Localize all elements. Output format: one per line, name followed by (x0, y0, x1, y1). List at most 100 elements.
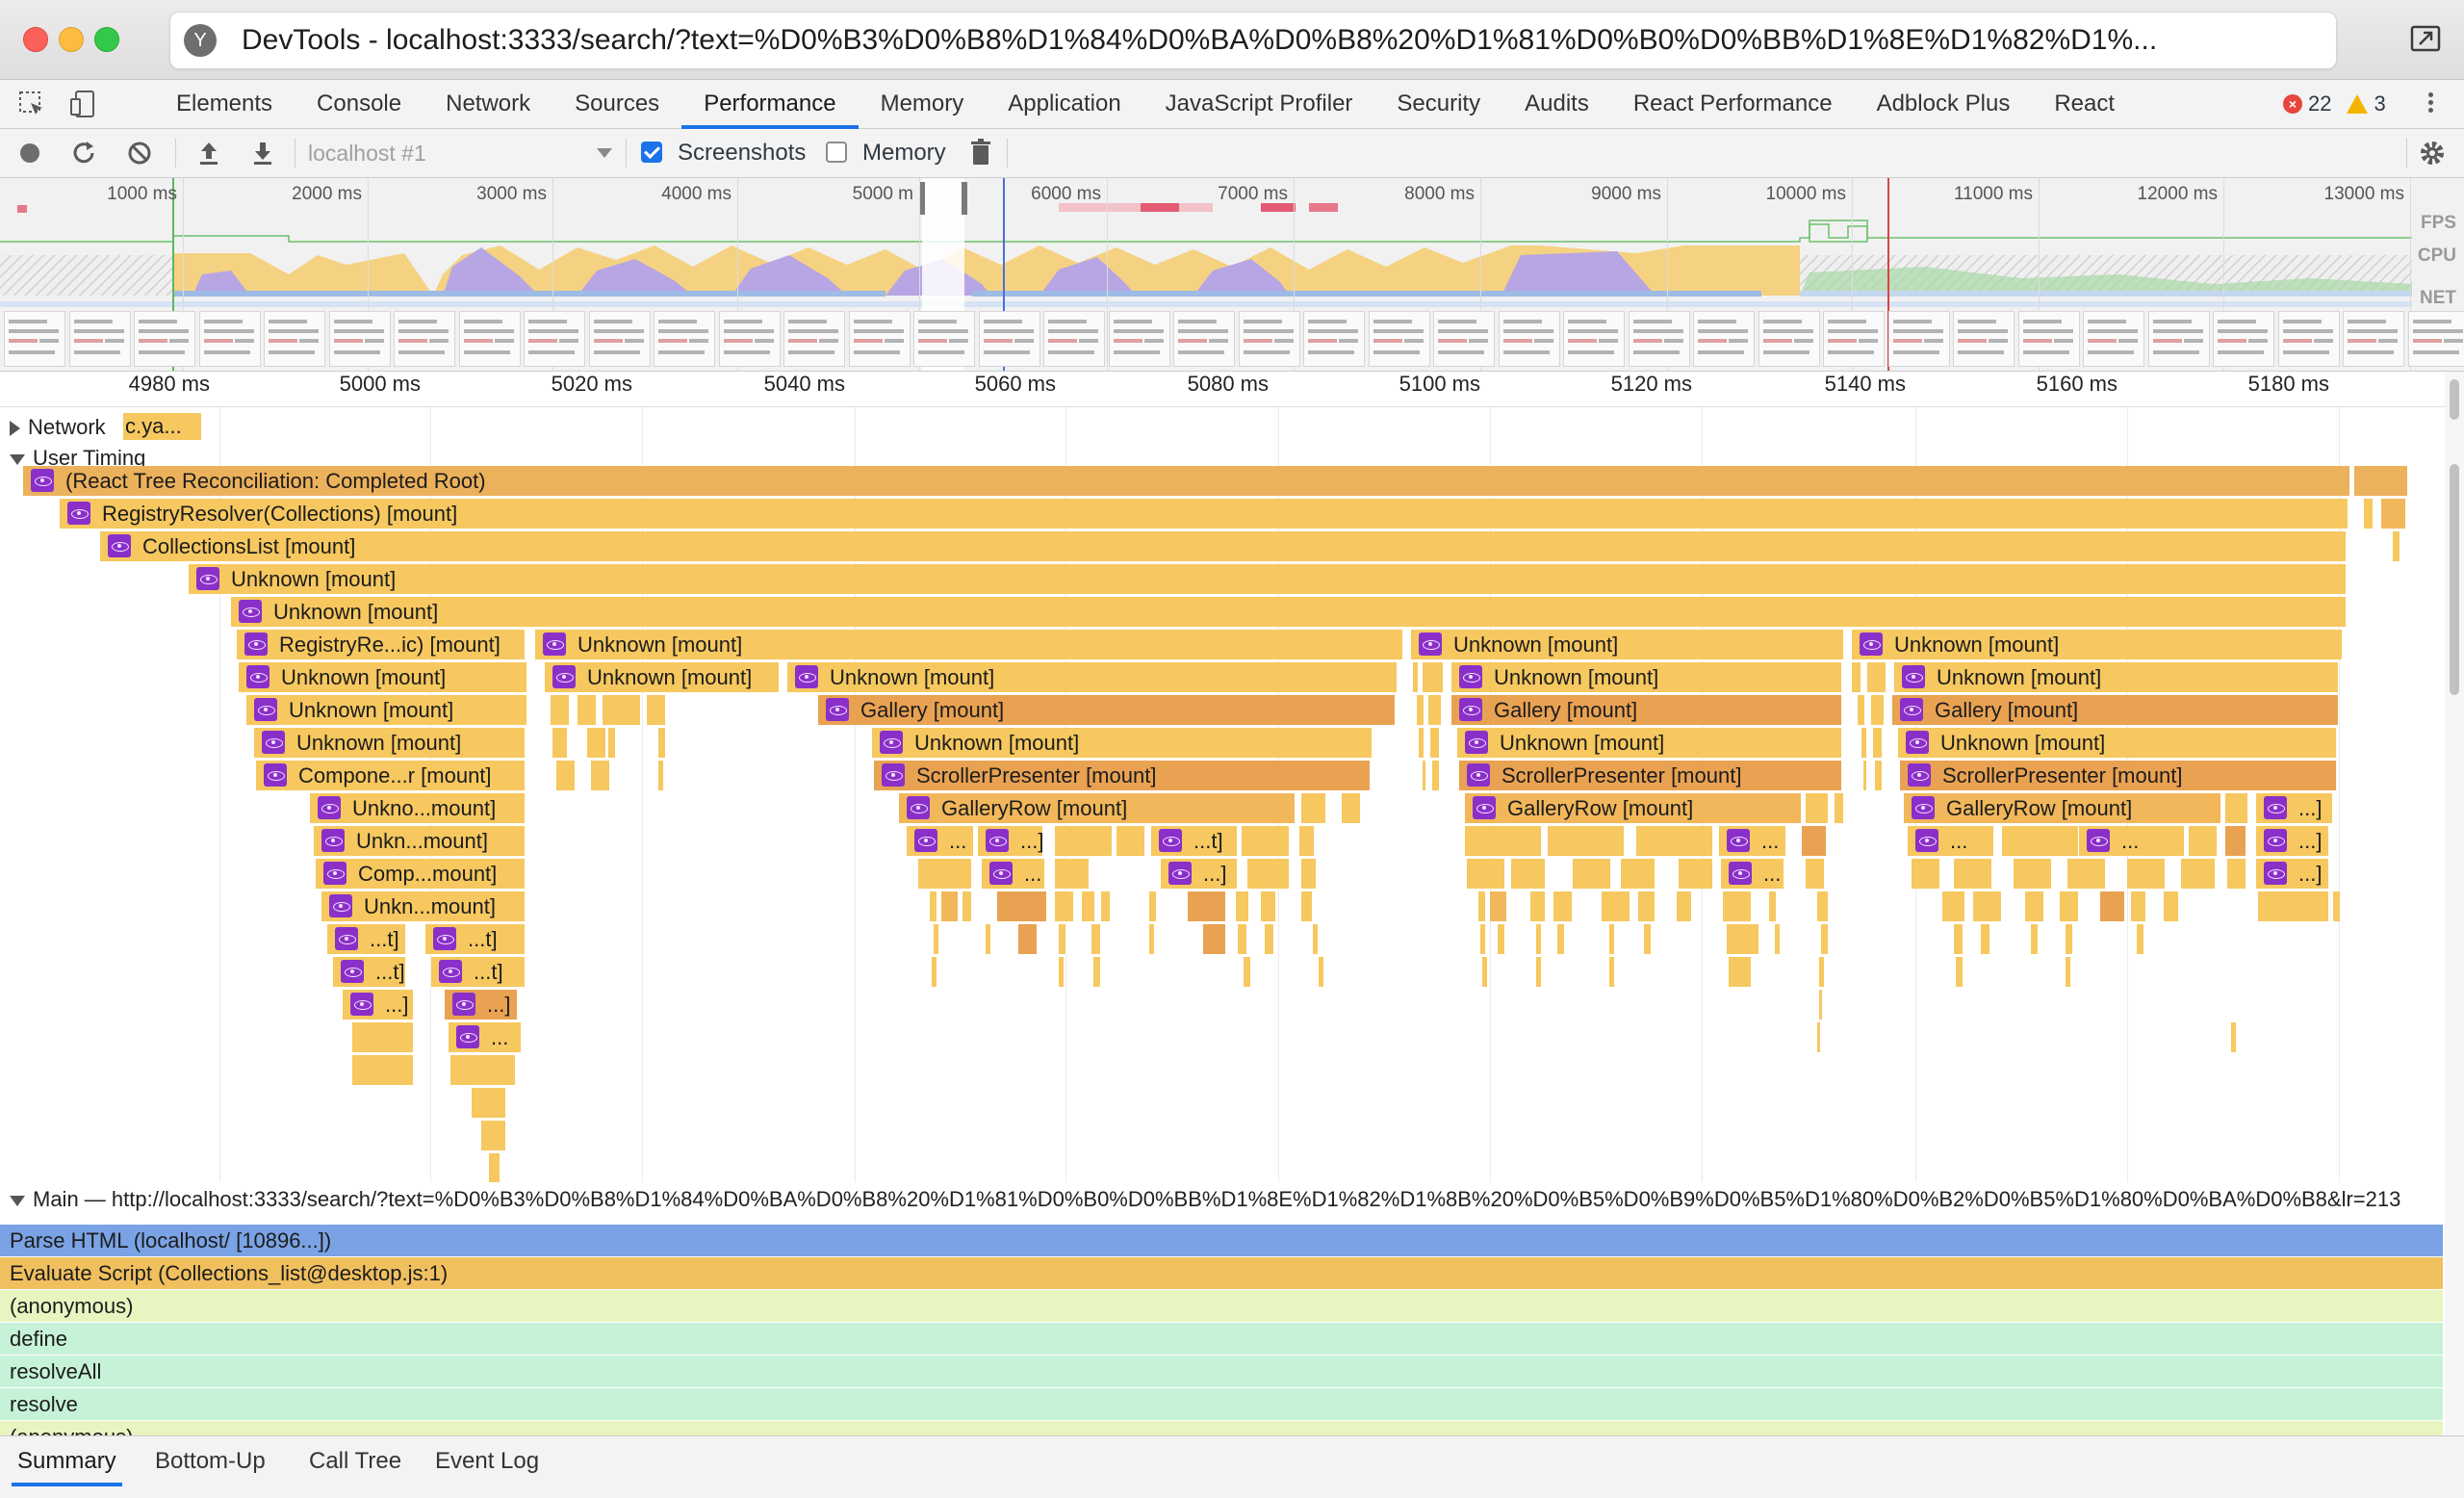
flame-bar[interactable] (1149, 891, 1157, 921)
screenshot-thumbnail[interactable] (913, 311, 975, 367)
flame-bar-unknown[interactable]: Unknown [mount] (872, 728, 1373, 758)
flame-bar[interactable] (934, 924, 939, 954)
network-request-bar[interactable]: c.ya... (123, 413, 202, 440)
zoom-window-button[interactable] (94, 27, 119, 52)
flame-bar[interactable] (2014, 859, 2052, 889)
flame-bar[interactable] (962, 891, 972, 921)
screenshot-thumbnail[interactable] (2148, 311, 2210, 367)
flame-bar[interactable] (2066, 924, 2073, 954)
flame-bar[interactable] (1511, 859, 1546, 889)
flame-bar-ellipsis[interactable]: ... (2079, 826, 2185, 856)
flame-bar[interactable] (1342, 793, 1361, 823)
flame-bar[interactable] (578, 695, 597, 725)
flame-bar[interactable] (2060, 891, 2079, 921)
flame-bar[interactable] (1973, 891, 2002, 921)
flame-bar[interactable] (2100, 891, 2125, 921)
load-profile-icon[interactable] (192, 137, 225, 169)
flame-bar[interactable] (1981, 924, 1990, 954)
flame-bar[interactable] (1093, 957, 1101, 987)
flame-bar-unkn-short[interactable]: Unkn...mount] (321, 891, 526, 921)
flame-bar[interactable] (918, 859, 972, 889)
screenshot-thumbnail[interactable] (2343, 311, 2404, 367)
flame-bar[interactable] (1861, 728, 1867, 758)
flame-bar[interactable] (1059, 957, 1065, 987)
flame-bar-unknown[interactable]: Unknown [mount] (1457, 728, 1842, 758)
main-thread-event[interactable]: Parse HTML (localhost/ [10896...]) (0, 1225, 2443, 1256)
flame-bar[interactable] (986, 924, 991, 954)
flame-bar-unknown[interactable]: Unknown [mount] (231, 597, 2347, 627)
flame-bar-gallery[interactable]: Gallery [mount] (1892, 695, 2339, 725)
flame-bar-scroller[interactable]: ScrollerPresenter [mount] (1459, 761, 1842, 790)
inspect-element-icon[interactable] (15, 88, 48, 120)
flame-bar-unknown[interactable]: Unknown [mount] (246, 695, 527, 725)
flame-bar[interactable] (1423, 662, 1444, 692)
flame-bar[interactable] (1236, 891, 1249, 921)
flame-bar[interactable] (1871, 695, 1885, 725)
flame-bar[interactable] (1644, 924, 1652, 954)
flame-bar-bracket-short[interactable]: ...] (2256, 859, 2329, 889)
flame-bar[interactable] (1536, 957, 1542, 987)
dock-side-icon[interactable] (2410, 23, 2441, 54)
capture-settings-gear-icon[interactable] (2416, 137, 2449, 169)
flame-bar[interactable] (1301, 859, 1317, 889)
flame-bar[interactable] (1819, 990, 1823, 1020)
screenshot-thumbnail[interactable] (1888, 311, 1950, 367)
screenshot-thumbnail[interactable] (979, 311, 1040, 367)
flame-bar[interactable] (1602, 891, 1630, 921)
flame-bar[interactable] (1956, 957, 1964, 987)
screenshot-thumbnail[interactable] (1433, 311, 1495, 367)
flame-bar[interactable] (2137, 924, 2144, 954)
flame-bar[interactable] (1055, 891, 1074, 921)
flame-bar[interactable] (1817, 891, 1829, 921)
flame-bar[interactable] (1806, 859, 1825, 889)
flame-bar-registry-short[interactable]: RegistryRe...ic) [mount] (237, 630, 526, 659)
flame-bar[interactable] (2002, 826, 2079, 856)
flame-bar[interactable] (1821, 924, 1829, 954)
flame-bar[interactable] (1299, 826, 1315, 856)
flame-bar-t-short[interactable]: ...t] (1151, 826, 1238, 856)
flame-bar-ellipsis[interactable]: ... (1719, 826, 1786, 856)
screenshot-thumbnail[interactable] (1369, 311, 1430, 367)
flame-bar[interactable] (1428, 695, 1442, 725)
flame-bar[interactable] (2181, 859, 2216, 889)
screenshot-thumbnail[interactable] (2018, 311, 2080, 367)
profile-select[interactable]: localhost #1 (308, 137, 612, 169)
flame-bar[interactable] (1873, 728, 1883, 758)
flame-bar[interactable] (1018, 924, 1038, 954)
screenshot-thumbnail[interactable] (1953, 311, 2015, 367)
flame-bar[interactable] (1242, 826, 1290, 856)
flame-bar[interactable] (1203, 924, 1226, 954)
tab-event-log[interactable]: Event Log (435, 1436, 539, 1486)
screenshot-thumbnail[interactable] (1109, 311, 1170, 367)
flame-bar[interactable] (1055, 826, 1113, 856)
flame-bar[interactable] (1548, 826, 1625, 856)
flame-bar-t-short[interactable]: ...t] (425, 924, 526, 954)
flame-bar-ellipsis[interactable]: ... (1721, 859, 1784, 889)
flame-bar[interactable] (1059, 924, 1066, 954)
tab-bottom-up[interactable]: Bottom-Up (155, 1436, 266, 1486)
flame-bar[interactable] (1478, 891, 1486, 921)
flame-bar-gallery[interactable]: Gallery [mount] (1451, 695, 1842, 725)
flame-bar[interactable] (1852, 662, 1861, 692)
screenshot-thumbnail[interactable] (1758, 311, 1820, 367)
flame-bar-t-short[interactable]: ...t] (333, 957, 406, 987)
flame-bar-bracket-short[interactable]: ...] (978, 826, 1043, 856)
flame-bar-collections[interactable]: CollectionsList [mount] (100, 531, 2347, 561)
screenshot-thumbnail[interactable] (1043, 311, 1105, 367)
flame-bar[interactable] (1055, 859, 1090, 889)
flame-bar[interactable] (1116, 826, 1145, 856)
screenshot-thumbnail[interactable] (2213, 311, 2274, 367)
flame-bar[interactable] (352, 1055, 414, 1085)
flame-bar[interactable] (2127, 859, 2166, 889)
flame-bar[interactable] (1413, 662, 1419, 692)
flame-bar-unknown[interactable]: Unknown [mount] (545, 662, 780, 692)
flame-bar[interactable] (2364, 499, 2374, 529)
flame-bar[interactable] (1835, 793, 1844, 823)
flame-bar[interactable] (1802, 826, 1827, 856)
flame-bar-ellipsis[interactable]: ... (907, 826, 974, 856)
more-options-icon[interactable] (2426, 90, 2435, 118)
flame-bar[interactable] (2333, 891, 2341, 921)
flame-bar-unknown[interactable]: Unknown [mount] (254, 728, 526, 758)
flame-bar[interactable] (1817, 1022, 1821, 1052)
screenshot-thumbnail[interactable] (654, 311, 715, 367)
